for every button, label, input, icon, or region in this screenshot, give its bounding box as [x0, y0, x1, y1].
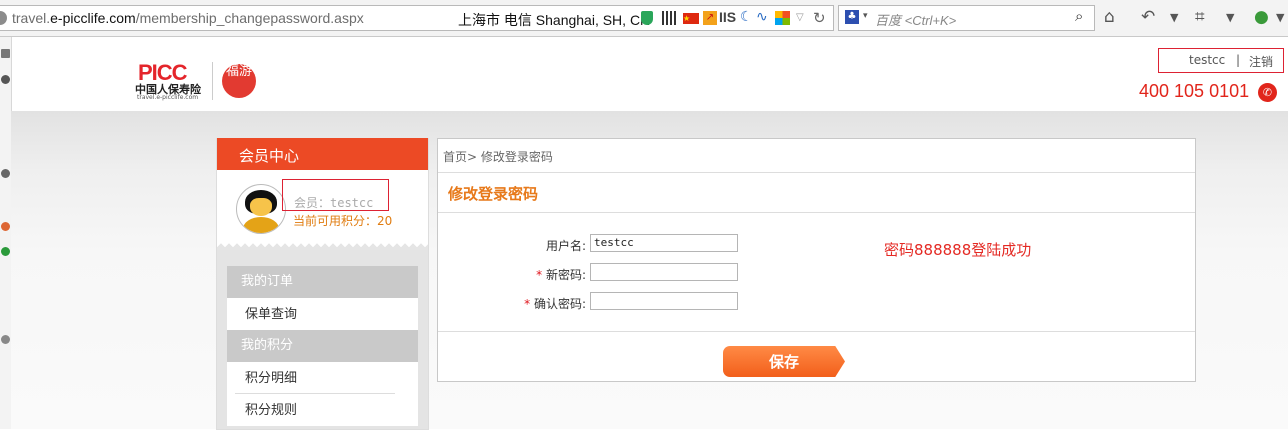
user-bar: testcc | 注销	[1158, 48, 1284, 73]
nav-item-points-detail[interactable]: 积分明细	[227, 362, 418, 394]
reload-icon[interactable]: ↻	[813, 9, 826, 27]
username-label-text: 用户名:	[545, 239, 586, 253]
breadcrumb-divider	[438, 172, 1195, 173]
top-username-link[interactable]: testcc	[1189, 53, 1225, 67]
bookmark-icon[interactable]	[1, 49, 10, 58]
chevron-down-icon[interactable]: ▼	[1226, 11, 1234, 24]
home-icon[interactable]: ⌂	[1104, 7, 1115, 27]
new-password-label: * 新密码:	[466, 266, 586, 283]
dropdown-icon[interactable]: ▽	[796, 12, 804, 23]
username-field[interactable]	[590, 234, 738, 252]
moon-icon[interactable]: ☾	[740, 9, 753, 25]
settings-icon[interactable]	[1, 169, 10, 178]
logout-link[interactable]: 注销	[1249, 53, 1273, 70]
hotline-number: 400 105 0101	[1139, 81, 1250, 101]
member-center-header: 会员中心	[217, 138, 428, 170]
avatar-face	[250, 198, 272, 216]
nav-item-points-rules[interactable]: 积分规则	[227, 394, 418, 426]
member-center-panel: 会员中心 会员：testcc 当前可用积分：20 我的订单 保单查询 我的积分 …	[216, 138, 429, 430]
avatar	[236, 184, 286, 234]
button-divider	[438, 331, 1195, 332]
url-path: /membership_changepassword.aspx	[135, 10, 364, 26]
url-domain: e-picclife.com	[50, 10, 136, 26]
username-label: 用户名:	[466, 237, 586, 254]
extension-icon[interactable]	[1, 222, 10, 231]
history-icon[interactable]	[1, 75, 10, 84]
change-password-panel: 首页> 修改登录密码 修改登录密码 用户名: * 新密码: * 确认密码: 密码…	[437, 138, 1196, 382]
url-text[interactable]: travel.e-picclife.com/membership_changep…	[12, 10, 364, 26]
baidu-icon[interactable]: ♣	[845, 10, 859, 24]
annotation-note: 密码888888登陆成功	[884, 241, 1032, 259]
page-title: 修改登录密码	[448, 185, 539, 203]
required-mark: *	[524, 297, 531, 311]
required-mark: *	[536, 268, 543, 282]
new-password-label-text: 新密码:	[545, 268, 586, 282]
extension-icon[interactable]	[1, 335, 10, 344]
user-bar-separator: |	[1236, 53, 1241, 67]
member-nav: 我的订单 保单查询 我的积分 积分明细 积分规则	[217, 250, 428, 429]
url-prefix: travel.	[12, 10, 51, 26]
browser-toolbar: travel.e-picclife.com/membership_changep…	[0, 0, 1288, 37]
zigzag-divider	[217, 242, 428, 250]
chevron-down-icon[interactable]: ▼	[1276, 11, 1284, 24]
avatar-body	[243, 217, 279, 233]
chevron-down-icon[interactable]: ▼	[1170, 11, 1178, 24]
member-points: 当前可用积分：20	[293, 214, 393, 228]
site-info-icon[interactable]	[0, 11, 7, 25]
china-flag-icon[interactable]: ★	[683, 13, 699, 24]
save-button[interactable]: 保存	[723, 346, 845, 377]
back-icon[interactable]: ↶	[1141, 7, 1155, 27]
confirm-password-label-text: 确认密码:	[533, 297, 586, 311]
breadcrumb[interactable]: 首页> 修改登录密码	[443, 148, 553, 165]
phone-icon: ✆	[1258, 83, 1277, 102]
search-input[interactable]: 百度 <Ctrl+K>	[875, 10, 956, 29]
new-password-field[interactable]	[590, 263, 738, 281]
confirm-password-label: * 确认密码:	[466, 295, 586, 312]
globe-icon[interactable]: ●	[1254, 7, 1269, 27]
windows-icon[interactable]	[775, 11, 790, 25]
logo-seal: 福游	[222, 64, 256, 98]
logo-url: travel.e-picclife.com	[137, 94, 199, 101]
geo-location-text: 上海市 电信 Shanghai, SH, CN	[458, 12, 651, 28]
title-divider	[438, 212, 1195, 213]
iis-icon[interactable]: IIS	[719, 9, 736, 25]
shield-icon[interactable]	[641, 11, 653, 25]
chart-icon[interactable]: ↗	[703, 11, 717, 25]
crop-icon[interactable]: ⌗	[1195, 7, 1205, 27]
search-icon[interactable]: ⌕	[1075, 7, 1083, 25]
search-bar[interactable]: ♣ ▾ 百度 <Ctrl+K> ⌕	[838, 5, 1095, 31]
member-name: 会员：testcc	[294, 196, 374, 210]
nav-head-points[interactable]: 我的积分	[227, 330, 418, 362]
extension-icon[interactable]	[1, 247, 10, 256]
confirm-password-field[interactable]	[590, 292, 738, 310]
address-bar[interactable]: travel.e-picclife.com/membership_changep…	[0, 5, 834, 31]
nav-head-orders[interactable]: 我的订单	[227, 266, 418, 298]
qr-code-icon[interactable]	[662, 11, 676, 25]
wave-icon[interactable]: ∿	[756, 9, 768, 25]
logo-divider	[212, 62, 213, 100]
member-center-title: 会员中心	[239, 147, 300, 165]
nav-item-policy-query[interactable]: 保单查询	[227, 298, 418, 330]
chevron-down-icon[interactable]: ▾	[863, 11, 868, 21]
